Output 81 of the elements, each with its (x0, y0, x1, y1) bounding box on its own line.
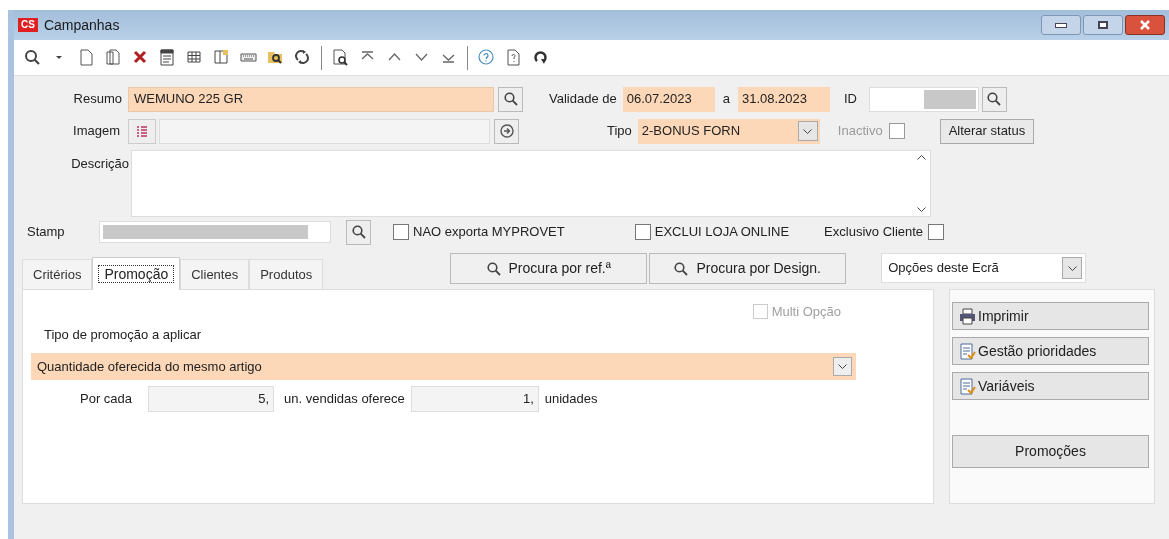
field-label: Imagem (72, 122, 121, 141)
search-icon (503, 92, 518, 106)
field-label: unidades (544, 390, 598, 409)
id-field[interactable] (868, 86, 979, 112)
preview-icon[interactable] (332, 49, 349, 66)
resumo-field[interactable]: WEMUNO 225 GR (128, 86, 494, 112)
search-button[interactable] (981, 86, 1007, 112)
grid-icon[interactable] (186, 49, 203, 66)
section-label: Tipo de promoção a aplicar (44, 325, 203, 344)
description-field[interactable] (131, 150, 931, 217)
options-dropdown[interactable]: Opções deste Ecrã (881, 253, 1087, 283)
search-icon[interactable] (24, 49, 41, 66)
alterar-status-button[interactable]: Alterar status (939, 118, 1035, 144)
minimize-button[interactable] (1041, 15, 1081, 35)
tipo-dropdown[interactable]: 2-BONUS FORN (637, 118, 820, 144)
field-label: Descrição (70, 155, 130, 173)
checkbox[interactable] (928, 224, 945, 240)
tab[interactable]: Critérios (22, 259, 93, 289)
date-field[interactable]: 06.07.2023 (622, 86, 715, 112)
search-button[interactable] (498, 86, 523, 112)
folder-search-icon[interactable] (267, 49, 284, 66)
tab[interactable]: Promoção (92, 257, 181, 290)
search-icon (351, 225, 366, 239)
field-label: Por cada (80, 390, 133, 409)
close-icon (1139, 20, 1151, 30)
form-icon[interactable] (159, 49, 176, 66)
scroll-down-icon[interactable] (916, 207, 926, 212)
delete-icon[interactable] (132, 49, 149, 66)
checkbox[interactable] (393, 224, 409, 240)
stamp-field[interactable] (99, 221, 331, 243)
chevron-down-icon (1067, 265, 1077, 271)
document-check-icon (959, 342, 976, 360)
printer-icon (959, 307, 976, 325)
search-icon (486, 261, 501, 276)
quantity-field[interactable]: 1, (410, 386, 539, 412)
checkbox[interactable] (634, 224, 651, 240)
help-icon[interactable] (478, 49, 495, 66)
refresh-icon[interactable] (294, 49, 311, 66)
checkbox-label: NAO exporta MYPROVET (413, 223, 565, 242)
checkbox-label: Multi Opção (771, 303, 841, 321)
app-logo: CS (18, 18, 38, 32)
side-button[interactable]: Promoções (952, 435, 1149, 468)
chevron-down-icon (838, 364, 847, 369)
side-button[interactable]: Gestão prioridades (952, 337, 1149, 365)
checkbox-label: EXCLUI LOJA ONLINE (654, 223, 790, 242)
reload-icon[interactable] (532, 49, 549, 66)
scroll-up-icon[interactable] (916, 155, 926, 160)
quantity-field[interactable]: 5, (148, 386, 275, 412)
field-label: a (722, 90, 730, 109)
field-label: un. vendidas oferece (284, 390, 405, 409)
field-label: ID (843, 90, 857, 109)
print-button[interactable]: Imprimir (952, 302, 1149, 330)
field-label: Tipo (607, 122, 632, 141)
checkbox-label: Exclusivo Cliente (824, 223, 924, 242)
search-button[interactable]: Procura por Design. (649, 253, 847, 284)
list-icon (137, 125, 147, 137)
close-button[interactable] (1125, 15, 1165, 35)
go-button[interactable] (494, 118, 519, 144)
side-button[interactable]: Variáveis (952, 372, 1149, 400)
promotion-type-dropdown[interactable]: Quantidade oferecida do mesmo artigo (31, 353, 856, 380)
search-button[interactable]: Procura por ref.ª (450, 253, 648, 284)
field-label: Resumo (72, 90, 123, 109)
field-label: Validade de (549, 90, 617, 109)
search-icon (987, 92, 1002, 106)
new-document-icon[interactable] (78, 49, 95, 66)
document-check-icon (959, 377, 976, 395)
arrow-circle-icon (499, 124, 514, 138)
panel-icon[interactable] (213, 49, 230, 66)
document-help-icon[interactable] (505, 49, 522, 66)
maximize-button[interactable] (1083, 15, 1123, 35)
tab[interactable]: Clientes (180, 259, 250, 289)
search-button[interactable] (346, 219, 371, 245)
search-icon (674, 261, 689, 276)
tab[interactable]: Produtos (249, 259, 324, 289)
field-label: Stamp (26, 223, 66, 242)
date-field[interactable]: 31.08.2023 (737, 86, 830, 112)
window-title: Campanhas (43, 15, 120, 35)
copy-document-icon[interactable] (105, 49, 122, 66)
checkbox-label: Inactivo (837, 122, 883, 141)
chevron-down-icon (803, 128, 813, 134)
list-icon-button[interactable] (128, 118, 156, 144)
